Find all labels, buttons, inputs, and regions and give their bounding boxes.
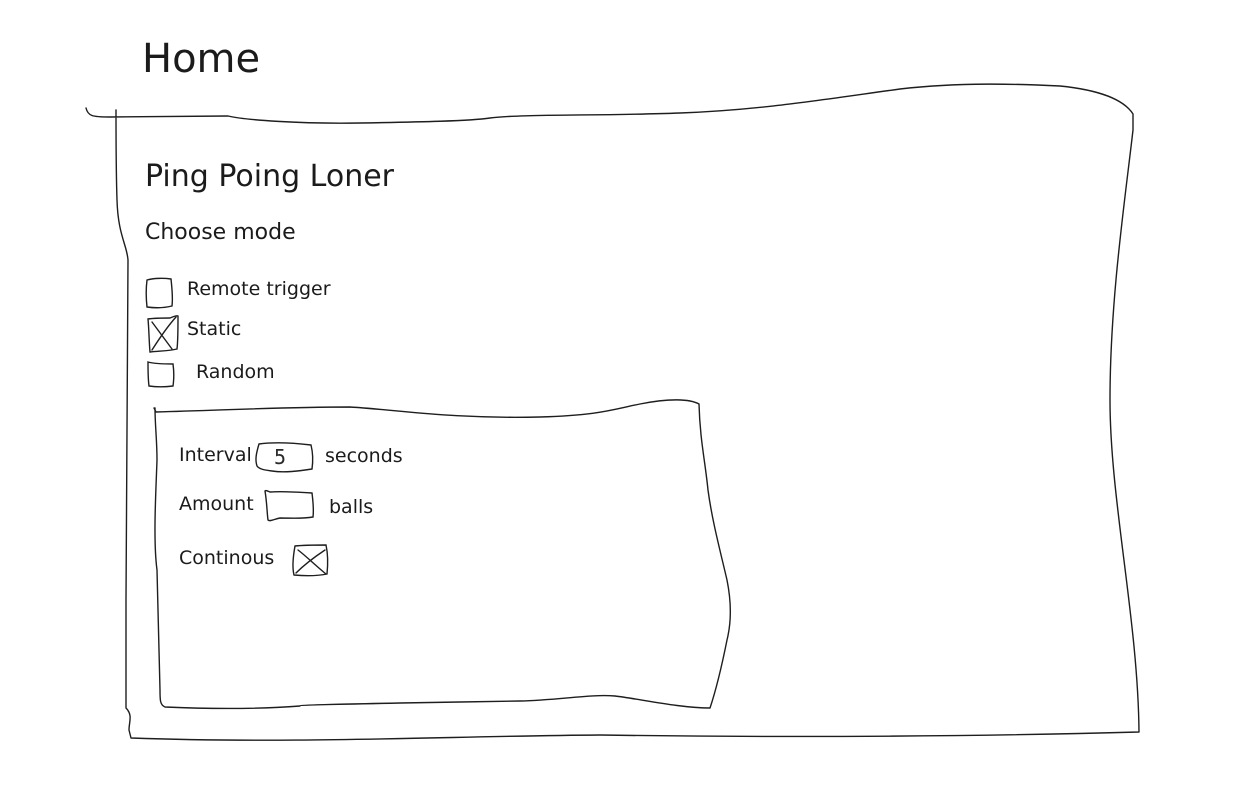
amount-unit: balls	[329, 496, 374, 518]
random-label: Random	[196, 361, 275, 383]
static-label: Static	[187, 318, 242, 340]
page-title: Home	[142, 36, 261, 82]
interval-unit: seconds	[325, 445, 403, 467]
wireframe-sketch	[85, 83, 1140, 741]
interval-value: 5	[274, 445, 287, 469]
random-checkbox[interactable]	[145, 359, 177, 389]
continuous-check-mark	[295, 549, 327, 575]
app-title: Ping Poing Loner	[145, 159, 395, 194]
remote-trigger-label: Remote trigger	[187, 278, 331, 300]
interval-label: Interval	[179, 444, 252, 466]
static-checkbox[interactable]	[145, 313, 181, 355]
continuous-checkbox[interactable]	[290, 542, 332, 580]
continuous-label: Continous	[179, 547, 275, 569]
remote-trigger-checkbox[interactable]	[144, 276, 176, 310]
static-check-mark	[151, 316, 177, 351]
amount-label: Amount	[179, 493, 254, 515]
mode-heading: Choose mode	[145, 220, 296, 245]
amount-input[interactable]	[262, 487, 318, 525]
